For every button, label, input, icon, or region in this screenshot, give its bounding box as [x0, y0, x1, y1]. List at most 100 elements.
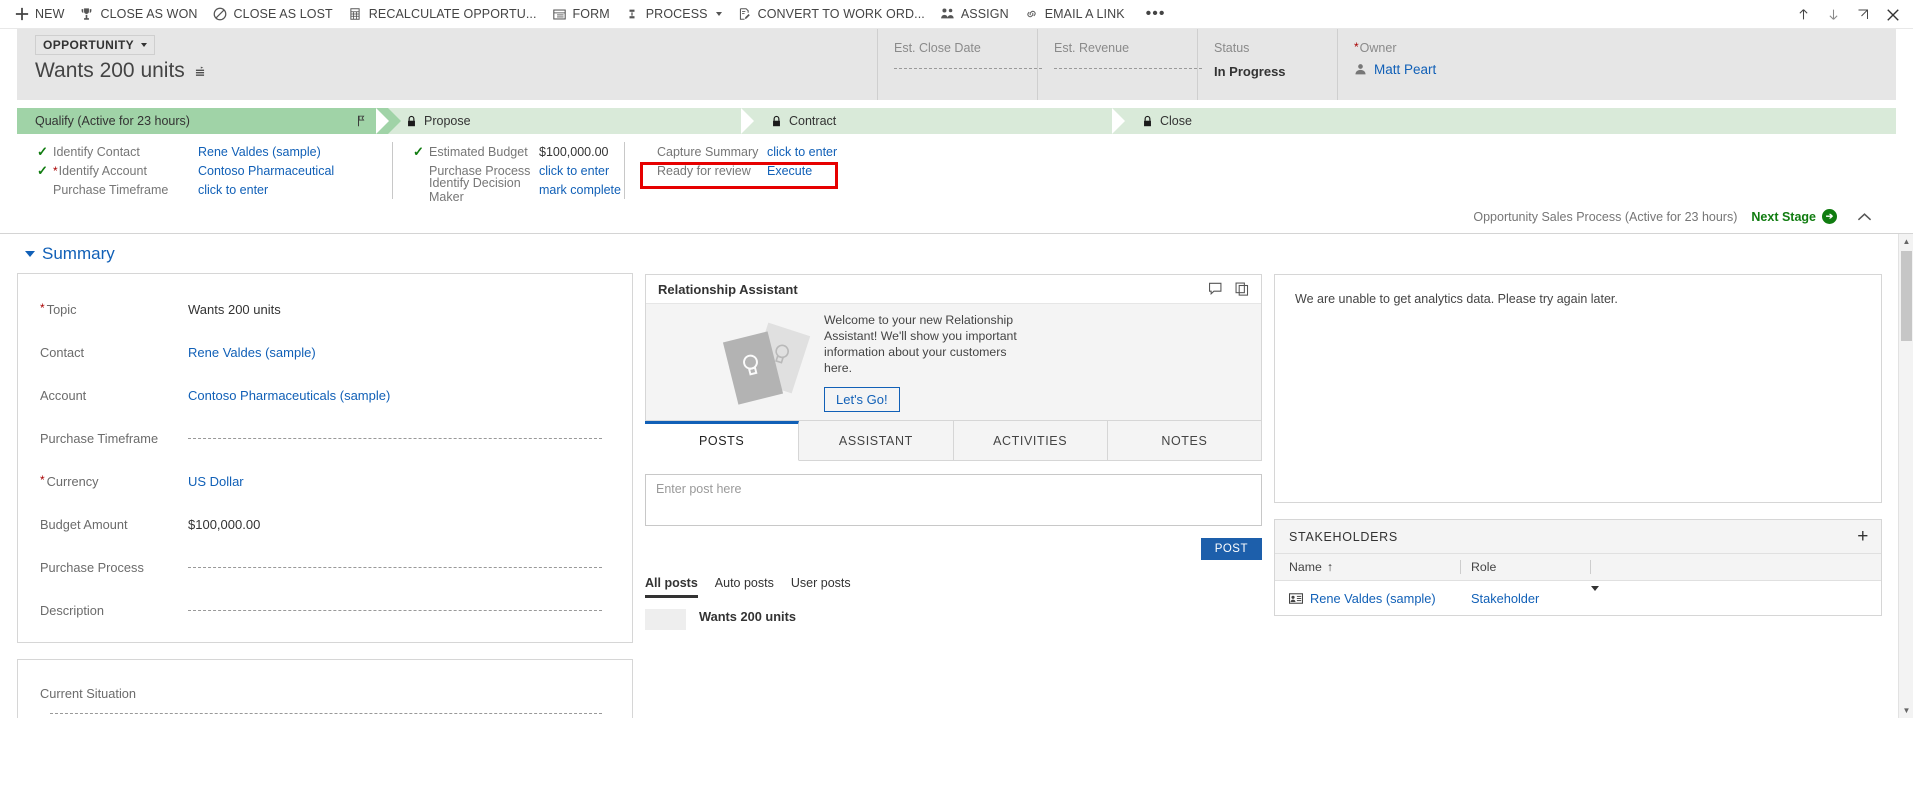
scroll-up-button[interactable]: ▲: [1899, 234, 1913, 249]
step-value[interactable]: click to enter: [198, 183, 268, 197]
relationship-assistant-header: Relationship Assistant: [646, 275, 1261, 304]
command-overflow-button[interactable]: •••: [1136, 6, 1176, 22]
owner-name-link[interactable]: Matt Peart: [1374, 62, 1436, 77]
command-process[interactable]: PROCESS: [621, 0, 733, 29]
step-identify-contact[interactable]: ✓ Identify Contact Rene Valdes (sample): [37, 142, 392, 161]
step-value[interactable]: Contoso Pharmaceutical: [198, 164, 334, 178]
summary-section-title: Summary: [42, 244, 115, 263]
step-value-execute[interactable]: Execute: [767, 164, 812, 178]
stage-contract[interactable]: Contract: [753, 108, 1137, 134]
column-header-name[interactable]: Name ↑: [1275, 560, 1461, 574]
header-field-owner[interactable]: * Owner Matt Peart: [1337, 29, 1896, 100]
field-row-contact[interactable]: Contact Rene Valdes (sample): [40, 331, 610, 374]
stage-qualify[interactable]: Qualify (Active for 23 hours): [17, 108, 401, 134]
step-estimated-budget[interactable]: ✓ Estimated Budget $100,000.00: [413, 142, 624, 161]
stakeholder-name-link[interactable]: Rene Valdes (sample): [1310, 591, 1436, 606]
stakeholder-name-cell: Rene Valdes (sample): [1275, 591, 1461, 606]
tab-posts[interactable]: POSTS: [645, 421, 800, 461]
chevron-down-icon: [141, 43, 148, 47]
stage-close[interactable]: Close: [1124, 108, 1896, 134]
arrow-up-icon[interactable]: [1789, 0, 1817, 29]
popout-icon[interactable]: [1849, 0, 1877, 29]
collapse-process-icon[interactable]: [1851, 212, 1872, 222]
feedback-icon[interactable]: [1208, 282, 1223, 296]
current-situation-label: Current Situation: [40, 686, 137, 701]
stage-label: Qualify (Active for 23 hours): [35, 114, 190, 128]
field-row-purchase-process[interactable]: Purchase Process: [40, 546, 610, 589]
command-form[interactable]: FORM: [548, 0, 621, 29]
step-value[interactable]: click to enter: [539, 164, 609, 178]
command-close-as-lost[interactable]: CLOSE AS LOST: [209, 0, 344, 29]
command-close-as-won[interactable]: CLOSE AS WON: [75, 0, 208, 29]
summary-section-header[interactable]: Summary: [17, 234, 633, 273]
stakeholders-title: STAKEHOLDERS: [1289, 529, 1398, 544]
command-new-label: NEW: [35, 7, 65, 21]
tab-assistant[interactable]: ASSISTANT: [799, 421, 954, 460]
add-stakeholder-button[interactable]: +: [1857, 527, 1869, 546]
record-title-row: Wants 200 units: [35, 59, 877, 83]
header-field-label: Est. Revenue: [1054, 41, 1130, 55]
vertical-scrollbar[interactable]: ▲ ▼: [1898, 234, 1913, 718]
empty-value-placeholder: [188, 567, 602, 568]
field-row-currency[interactable]: * Currency US Dollar: [40, 460, 610, 503]
arrow-down-icon[interactable]: [1819, 0, 1847, 29]
command-recalculate-opportunity[interactable]: RECALCULATE OPPORTU...: [344, 0, 548, 29]
step-identify-decision-maker[interactable]: Identify Decision Maker mark complete: [413, 176, 624, 204]
step-capture-summary[interactable]: Capture Summary click to enter: [657, 142, 1896, 161]
flag-icon: [357, 115, 366, 130]
post-button[interactable]: POST: [1200, 538, 1262, 560]
chevron-down-icon[interactable]: [1591, 585, 1599, 606]
field-value-link[interactable]: US Dollar: [188, 474, 610, 489]
scroll-down-button[interactable]: ▼: [1899, 703, 1913, 718]
step-value[interactable]: mark complete: [539, 183, 621, 197]
filter-auto-posts[interactable]: Auto posts: [715, 576, 774, 598]
tab-notes[interactable]: NOTES: [1107, 421, 1262, 460]
field-label: Topic: [46, 302, 77, 317]
step-value[interactable]: Rene Valdes (sample): [198, 145, 321, 159]
filter-all-posts[interactable]: All posts: [645, 576, 698, 598]
field-value-link[interactable]: Contoso Pharmaceuticals (sample): [188, 388, 610, 403]
close-icon[interactable]: [1879, 0, 1907, 29]
row-actions[interactable]: [1591, 585, 1881, 606]
header-field-est-close-date[interactable]: Est. Close Date: [877, 29, 1042, 100]
analytics-error-message: We are unable to get analytics data. Ple…: [1295, 292, 1618, 306]
step-value[interactable]: click to enter: [767, 145, 837, 159]
stage-steps: ✓ Identify Contact Rene Valdes (sample) …: [17, 134, 1896, 204]
field-row-account[interactable]: Account Contoso Pharmaceuticals (sample): [40, 374, 610, 417]
tab-activities[interactable]: ACTIVITIES: [953, 421, 1108, 460]
lets-go-button[interactable]: Let's Go!: [824, 387, 900, 412]
lock-icon: [406, 115, 417, 128]
command-convert-to-work-order[interactable]: CONVERT TO WORK ORD...: [733, 0, 936, 29]
field-row-budget-amount[interactable]: Budget Amount $100,000.00: [40, 503, 610, 546]
field-row-description[interactable]: Description: [40, 589, 610, 632]
field-label: Budget Amount: [40, 517, 128, 532]
record-menu-icon[interactable]: [193, 65, 207, 78]
stage-propose[interactable]: Propose: [388, 108, 766, 134]
header-field-label: Status: [1214, 41, 1250, 55]
next-stage-button[interactable]: Next Stage ➔: [1751, 209, 1837, 224]
next-stage-label: Next Stage: [1751, 209, 1816, 224]
step-label: Capture Summary: [657, 144, 759, 159]
stakeholder-role-link[interactable]: Stakeholder: [1461, 591, 1591, 606]
step-ready-for-review[interactable]: Ready for review Execute: [657, 161, 1896, 180]
header-field-est-revenue[interactable]: Est. Revenue: [1037, 29, 1202, 100]
step-purchase-timeframe[interactable]: Purchase Timeframe click to enter: [37, 180, 392, 199]
owner-value[interactable]: Matt Peart: [1354, 62, 1896, 77]
command-assign[interactable]: ASSIGN: [936, 0, 1020, 29]
step-identify-account[interactable]: ✓ * Identify Account Contoso Pharmaceuti…: [37, 161, 392, 180]
copy-icon[interactable]: [1235, 282, 1249, 296]
field-row-purchase-timeframe[interactable]: Purchase Timeframe: [40, 417, 610, 460]
scrollbar-thumb[interactable]: [1901, 251, 1912, 341]
field-value-link[interactable]: Rene Valdes (sample): [188, 345, 610, 360]
filter-user-posts[interactable]: User posts: [791, 576, 851, 598]
field-label: Purchase Process: [40, 560, 144, 575]
command-new[interactable]: NEW: [10, 0, 75, 29]
table-row[interactable]: Rene Valdes (sample) Stakeholder: [1275, 581, 1881, 615]
field-row-topic[interactable]: * Topic Wants 200 units: [40, 288, 610, 331]
entity-type-selector[interactable]: OPPORTUNITY: [35, 35, 156, 55]
feed-item[interactable]: Wants 200 units: [645, 609, 1262, 630]
assign-icon: [940, 7, 955, 22]
column-header-role[interactable]: Role: [1461, 560, 1591, 574]
command-email-a-link[interactable]: EMAIL A LINK: [1020, 0, 1136, 29]
post-input[interactable]: Enter post here: [645, 474, 1262, 526]
